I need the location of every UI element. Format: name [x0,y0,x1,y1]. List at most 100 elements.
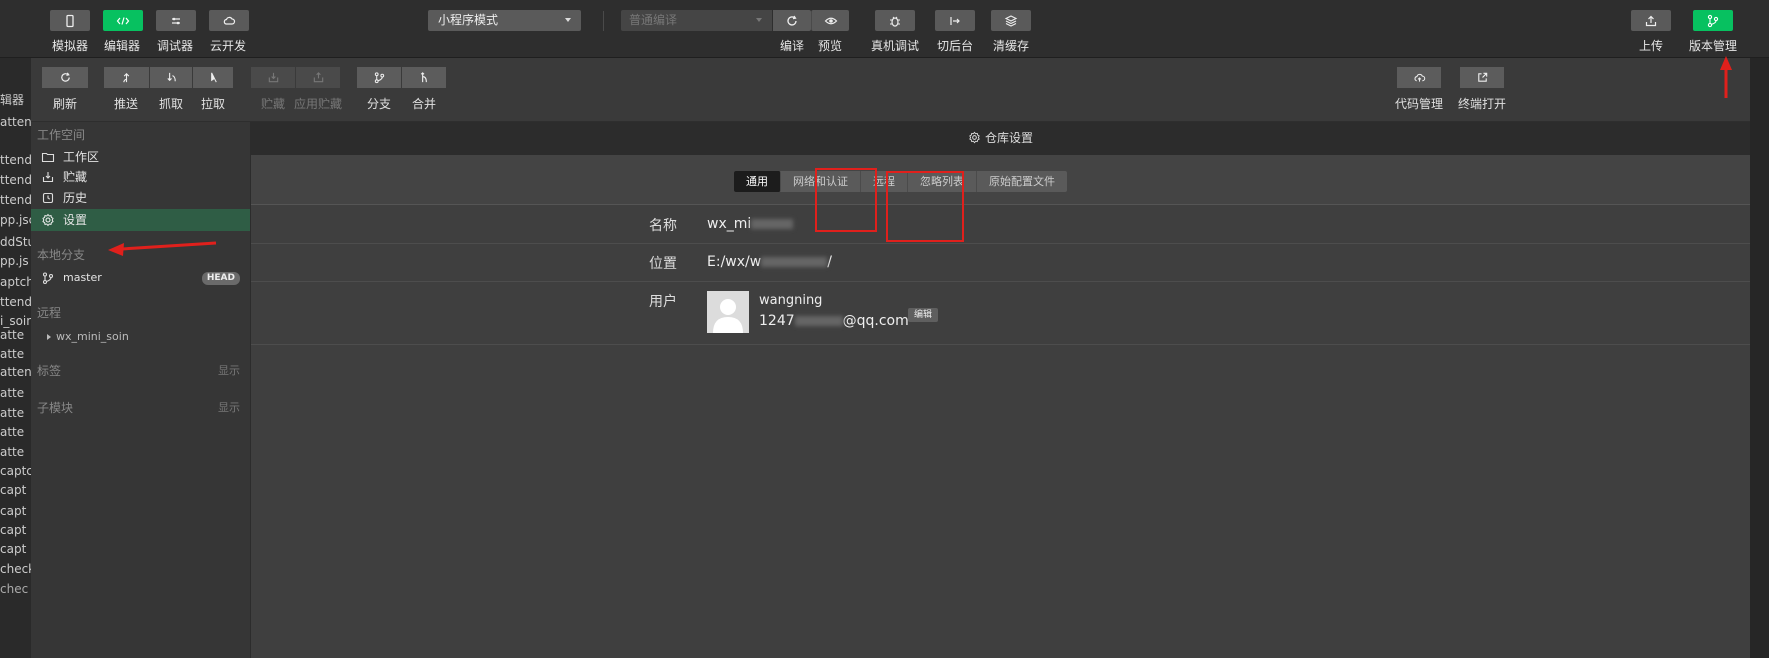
file-tree-item[interactable]: atte [0,425,24,439]
branch-item-master[interactable]: master HEAD [31,267,250,289]
branch-button[interactable] [357,67,401,88]
file-tree-item[interactable]: capt [0,523,26,537]
apply-stash-button[interactable] [296,67,340,88]
compile-button[interactable] [773,10,811,31]
file-tree-item[interactable]: atte [0,347,24,361]
git-sidebar: 工作空间 工作区 贮藏 历史 设置 本地分支 master HEAD 远程 wx… [31,122,251,658]
code-management-button[interactable] [1397,67,1441,88]
location-row: 位置 E:/wx/w / [251,244,1750,282]
version-control-label: 版本管理 [1688,39,1738,53]
preview-button[interactable] [811,10,849,31]
repo-settings: 仓库设置 通用 网络和认证 远程 忽略列表 原始配置文件 名称 wx_mi 位置… [251,122,1750,658]
file-tree-item[interactable]: ttend( [0,153,31,167]
merge-button[interactable] [402,67,446,88]
refresh-icon [60,72,70,82]
open-terminal-button[interactable] [1460,67,1504,88]
file-tree-item[interactable]: pp.jsc [0,213,31,227]
history-icon [42,192,54,204]
merge-label: 合并 [411,97,437,111]
upload-button[interactable] [1631,10,1671,31]
push-button[interactable] [104,67,149,88]
fetch-button[interactable] [150,67,192,88]
upload-icon [1645,15,1657,26]
sidebar-item-label: 历史 [63,191,88,205]
file-tree-item[interactable]: atte [0,406,24,420]
clear-cache-button[interactable] [991,10,1031,31]
workspace-header: 工作空间 [37,128,86,142]
remote-debug-button[interactable] [875,10,915,31]
tab-raw-config[interactable]: 原始配置文件 [977,171,1067,192]
version-control-button[interactable] [1693,10,1733,31]
sidebar-item-history[interactable]: 历史 [31,187,250,209]
phone-icon [66,14,74,27]
annotation-arrow-version [1720,56,1732,98]
gear-icon [969,131,980,144]
sidebar-item-stash[interactable]: 贮藏 [31,166,250,188]
compile-select-value: 普通编译 [629,13,678,27]
compile-label: 编译 [779,39,805,53]
divider [603,11,604,31]
file-tree-item[interactable]: atte [0,386,24,400]
location-label: 位置 [649,256,677,272]
pull-button[interactable] [193,67,233,88]
file-tree-item[interactable]: ddStu [0,235,31,249]
open-terminal-label: 终端打开 [1457,97,1507,111]
stash-button[interactable] [251,67,295,88]
file-tree-item[interactable]: atte [0,328,24,342]
file-tree-item[interactable]: i_soin [0,314,31,328]
tab-general[interactable]: 通用 [734,171,781,192]
file-tree-item[interactable]: aptch [0,275,31,289]
branch-name: master [63,271,102,284]
file-tree-item[interactable]: chec [0,582,28,596]
file-tree-item[interactable]: capt [0,504,26,518]
branch-label: 分支 [366,97,392,111]
sidebar-item-label: 设置 [63,213,88,227]
file-tree-item[interactable]: attend [0,115,31,129]
tab-remote[interactable]: 远程 [861,171,908,192]
file-tree-item[interactable]: 辑器 [0,91,24,108]
mode-select[interactable]: 小程序模式 [428,10,581,31]
simulator-label: 模拟器 [51,39,89,53]
merge-icon [420,72,427,83]
tab-network-auth[interactable]: 网络和认证 [781,171,861,192]
cloud-upload-icon [1414,73,1425,82]
version-control-panel: 刷新 推送 抓取 拉取 贮藏 应用贮藏 分支 合并 代码管理 终端打开 工作空间… [31,58,1750,658]
sidebar-item-label: 工作区 [63,150,100,164]
sidebar-item-settings[interactable]: 设置 [31,209,250,231]
file-tree-item[interactable]: ttend( [0,173,31,187]
file-tree-item[interactable]: ttenda [0,193,31,207]
remote-debug-label: 真机调试 [870,39,920,53]
bug-icon [890,16,900,27]
fetch-label: 抓取 [158,97,184,111]
file-tree-item[interactable]: pp.js [0,254,29,268]
refresh-button[interactable] [42,67,88,88]
compile-select[interactable]: 普通编译 [621,10,772,31]
file-tree-item[interactable]: check [0,562,31,576]
sidebar-item-workspace[interactable]: 工作区 [31,146,250,168]
sliders-icon [172,17,180,24]
scrollbar[interactable] [1750,58,1769,658]
file-tree-item[interactable]: ttend [0,295,31,309]
simulator-button[interactable] [50,10,90,31]
editor-file-tree: 辑器 attend ttend( ttend( ttenda pp.jsc ddStu pp.… [0,58,31,658]
stash-label: 贮藏 [260,97,286,111]
submodules-show-link[interactable]: 显示 [218,399,240,415]
user-silhouette-icon [713,299,743,333]
tab-ignore-list[interactable]: 忽略列表 [908,171,977,192]
stash-icon [268,72,278,83]
redacted-text [761,257,828,267]
background-button[interactable] [935,10,975,31]
edit-user-button[interactable]: 编辑 [908,308,939,322]
file-tree-item[interactable]: captc [0,464,31,478]
file-tree-item[interactable]: atte [0,445,24,459]
remote-item[interactable]: wx_mini_soin [31,326,250,348]
file-tree-item[interactable]: capt [0,483,26,497]
code-icon [116,16,130,25]
editor-button[interactable] [103,10,143,31]
file-tree-item[interactable]: attenc [0,365,31,379]
cloud-dev-button[interactable] [209,10,249,31]
debugger-button[interactable] [156,10,196,31]
git-toolbar: 刷新 推送 抓取 拉取 贮藏 应用贮藏 分支 合并 代码管理 终端打开 [31,58,1750,122]
file-tree-item[interactable]: capt [0,542,26,556]
tags-show-link[interactable]: 显示 [218,362,240,378]
